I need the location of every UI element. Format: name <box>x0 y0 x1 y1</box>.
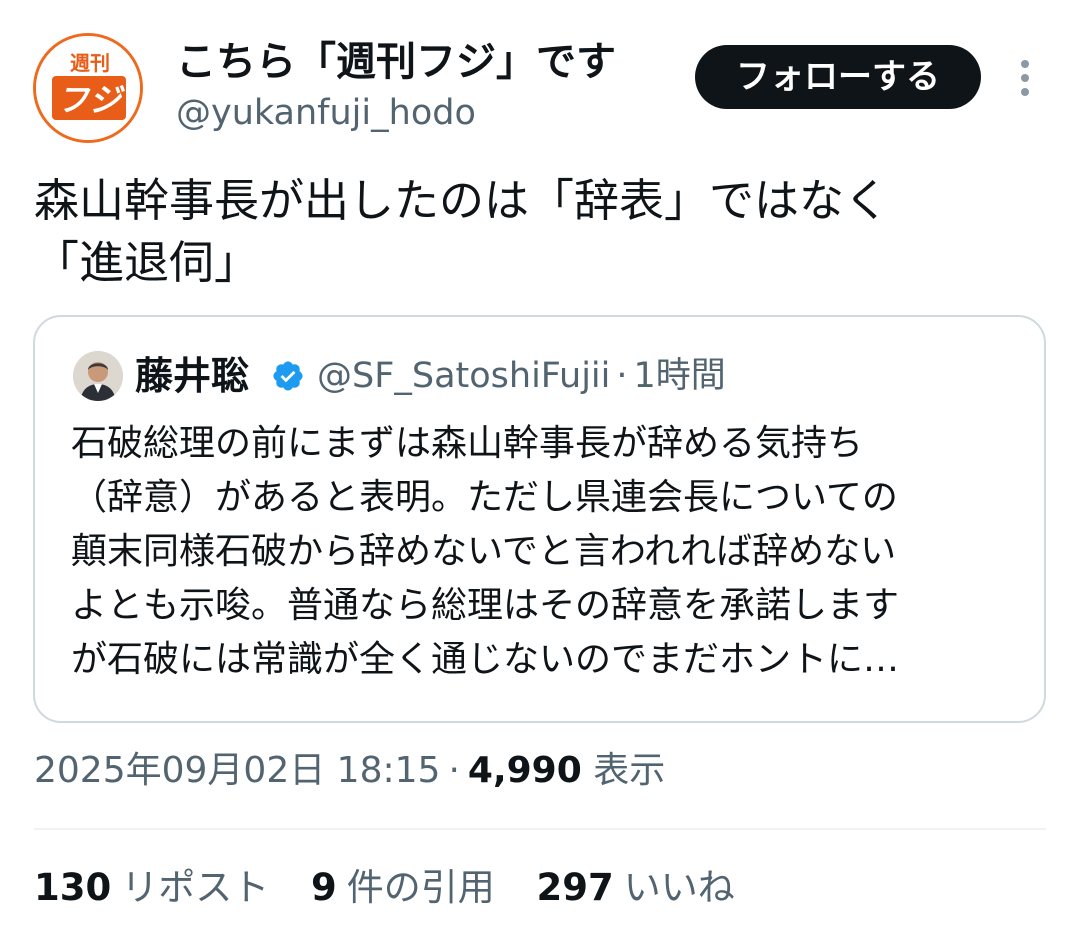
likes-label: いいね <box>623 866 735 909</box>
logo-text-top: 週刊 <box>70 51 110 75</box>
verified-badge-icon <box>271 359 305 393</box>
divider <box>34 828 1046 830</box>
views-count: 4,990 <box>467 750 582 791</box>
quote-author-name[interactable]: 藤井聡 <box>135 351 249 401</box>
quote-text-line: （辞意）があると表明。ただし県連会長についての <box>71 477 898 518</box>
quote-text: 石破総理の前にまずは森山幹事長が辞める気持ち （辞意）があると表明。ただし県連会… <box>71 417 1021 687</box>
tweet-text: 森山幹事長が出したのは「辞表」ではなく 「進退伺」 <box>34 174 890 289</box>
quote-meta-separator: · <box>616 356 628 396</box>
post-meta: 2025年09月02日 18:15 · 4,990 表示 <box>34 746 665 796</box>
post-timestamp[interactable]: 2025年09月02日 18:15 <box>34 750 440 791</box>
author-handle[interactable]: @yukanfuji_hodo <box>176 90 476 136</box>
quotes-label: 件の引用 <box>346 866 495 909</box>
quote-meta: @SF_SatoshiFujii · 1時間 <box>317 351 726 401</box>
author-name[interactable]: こちら「週刊フジ」です <box>176 36 616 88</box>
views-label: 表示 <box>593 750 666 791</box>
reposts-count: 130 <box>34 866 112 909</box>
reposts-label: リポスト <box>121 866 270 909</box>
quote-text-line: 顛末同様石破から辞めないでと言われれば辞めない <box>71 531 897 572</box>
quotes-stat[interactable]: 9 件の引用 <box>311 866 495 909</box>
post-meta-separator: · <box>448 750 460 791</box>
likes-count: 297 <box>536 866 614 909</box>
follow-button[interactable]: フォローする <box>695 45 981 109</box>
reposts-stat[interactable]: 130 リポスト <box>34 866 269 909</box>
quotes-count: 9 <box>311 866 337 909</box>
logo-text-main: フジ <box>57 81 125 119</box>
quote-author-handle[interactable]: @SF_SatoshiFujii <box>317 356 610 396</box>
author-avatar[interactable]: 週刊 フジ <box>33 33 143 143</box>
quote-text-line: が石破には常識が全く通じないのでまだホントに… <box>71 639 900 680</box>
quote-text-line: 石破総理の前にまずは森山幹事長が辞める気持ち <box>71 423 864 464</box>
quote-text-line: よとも示唆。普通なら総理はその辞意を承諾します <box>71 585 900 626</box>
quote-author-avatar[interactable] <box>73 351 123 401</box>
quote-timestamp[interactable]: 1時間 <box>634 356 726 396</box>
likes-stat[interactable]: 297 いいね <box>537 866 735 909</box>
engagement-stats: 130 リポスト 9 件の引用 297 いいね <box>34 862 765 914</box>
more-vertical-icon[interactable] <box>1008 58 1042 98</box>
quoted-tweet-card[interactable]: 藤井聡 @SF_SatoshiFujii · 1時間 石破総理の前にまずは森山幹事長… <box>33 315 1046 723</box>
